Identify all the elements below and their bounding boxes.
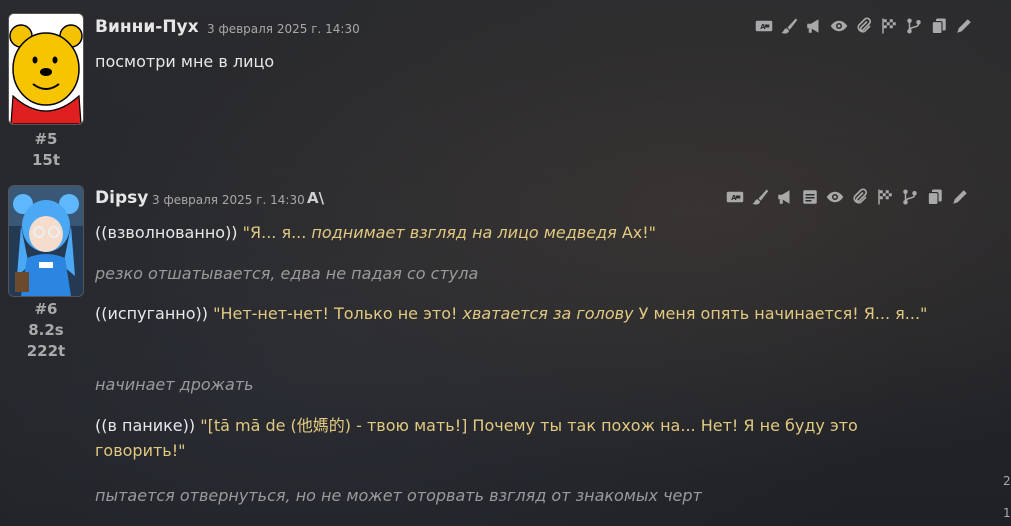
message-number: #5 <box>34 130 58 148</box>
translate-icon[interactable]: A <box>751 15 776 37</box>
winnie-the-pooh-avatar <box>9 14 83 124</box>
chat-message: #5 15t Винни-Пух 3 февраля 2025 г. 14:30… <box>0 0 1011 180</box>
message-meta: #5 15t <box>8 13 84 171</box>
model-badge: A\ <box>307 189 325 207</box>
pencil-icon[interactable] <box>947 186 972 208</box>
action-text: поднимает взгляд на лицо медведя <box>311 223 617 242</box>
branch-icon[interactable] <box>901 15 926 37</box>
ooc-text: ((взволнованно)) <box>95 223 238 242</box>
message-paragraph: резко отшатывается, едва не падая со сту… <box>95 264 479 283</box>
avatar[interactable] <box>8 185 84 297</box>
branch-icon[interactable] <box>897 186 922 208</box>
author-name: Винни-Пух <box>95 17 199 37</box>
megaphone-icon[interactable] <box>772 186 797 208</box>
message-meta: #6 8.2s 222t <box>8 185 84 362</box>
chat-message: #6 8.2s 222t Dipsy 3 февраля 2025 г. 14:… <box>0 180 1011 526</box>
flag-icon[interactable] <box>872 186 897 208</box>
message-toolbar: A <box>751 15 976 37</box>
timestamp: 3 февраля 2025 г. 14:30 <box>152 193 305 207</box>
flag-icon[interactable] <box>876 15 901 37</box>
message-text: посмотри мне в лицо <box>95 52 275 71</box>
message-paragraph: ((испуганно)) "Нет-нет-нет! Только не эт… <box>95 301 965 326</box>
ooc-text: ((испуганно)) <box>95 304 209 323</box>
edge-text: 2 <box>1003 474 1011 488</box>
quote-text: "[tā mā de (他媽的) - твою мать!] Почему ты… <box>95 416 858 460</box>
brush-icon[interactable] <box>747 186 772 208</box>
message-toolbar: A <box>722 186 972 208</box>
action-text: хватается за голову <box>462 304 634 323</box>
anime-girl-avatar <box>9 186 83 296</box>
generation-time: 8.2s <box>28 321 64 339</box>
message-paragraph: ((взволнованно)) "Я... я... поднимает вз… <box>95 220 975 245</box>
paperclip-icon[interactable] <box>851 15 876 37</box>
eye-icon[interactable] <box>826 15 851 37</box>
edge-text: 1 <box>1003 506 1011 520</box>
translate-icon[interactable]: A <box>722 186 747 208</box>
pencil-icon[interactable] <box>951 15 976 37</box>
paperclip-icon[interactable] <box>847 186 872 208</box>
message-paragraph: ((в панике)) "[tā mā de (他媽的) - твою мат… <box>95 413 925 463</box>
token-count: 222t <box>26 342 66 360</box>
quote-text: "Нет-нет-нет! Только не это! <box>208 304 463 323</box>
message-paragraph: начинает дрожать <box>95 375 254 394</box>
brush-icon[interactable] <box>776 15 801 37</box>
eye-icon[interactable] <box>822 186 847 208</box>
note-icon[interactable] <box>797 186 822 208</box>
message-paragraph: пытается отвернуться, но не может оторва… <box>95 486 702 505</box>
quote-text: "Я... я... <box>237 223 312 242</box>
quote-text: Ах!" <box>616 223 657 242</box>
avatar[interactable] <box>8 13 84 125</box>
copy-icon[interactable] <box>922 186 947 208</box>
ooc-text: ((в панике)) <box>95 416 196 435</box>
copy-icon[interactable] <box>926 15 951 37</box>
token-count: 15t <box>31 151 61 169</box>
megaphone-icon[interactable] <box>801 15 826 37</box>
author-name: Dipsy <box>95 188 149 208</box>
timestamp: 3 февраля 2025 г. 14:30 <box>207 22 360 36</box>
message-number: #6 <box>34 300 58 318</box>
quote-text: У меня опять начинается! Я... я..." <box>633 304 928 323</box>
